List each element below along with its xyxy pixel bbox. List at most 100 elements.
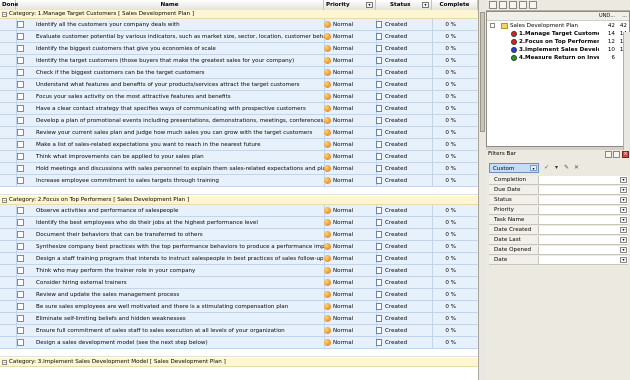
task-priority[interactable]: Normal	[324, 139, 372, 151]
done-checkbox[interactable]	[17, 141, 24, 148]
task-priority[interactable]: Normal	[324, 31, 372, 43]
task-status[interactable]: Created	[376, 265, 426, 277]
task-status[interactable]: Created	[376, 229, 426, 241]
chevron-down-icon[interactable]: ▾	[620, 217, 627, 223]
task-status[interactable]: Created	[376, 79, 426, 91]
task-complete[interactable]: 0 %	[432, 139, 456, 151]
task-complete[interactable]: 0 %	[432, 337, 456, 349]
task-row[interactable]: Focus your sales activity on the most at…	[0, 91, 478, 103]
filter-row[interactable]: Date Completed ▾	[489, 256, 628, 265]
task-complete[interactable]: 0 %	[432, 103, 456, 115]
scrollbar-thumb[interactable]	[480, 12, 485, 132]
task-status[interactable]: Created	[376, 115, 426, 127]
chevron-down-icon[interactable]: ▾	[620, 197, 627, 203]
column-done[interactable]: Done	[0, 0, 18, 10]
chevron-down-icon[interactable]: ▾	[620, 177, 627, 183]
task-complete[interactable]: 0 %	[432, 241, 456, 253]
chevron-down-icon[interactable]: ▾	[620, 227, 627, 233]
task-status[interactable]: Created	[376, 163, 426, 175]
task-row[interactable]: Synthesize company best practices with t…	[0, 241, 478, 253]
task-status[interactable]: Created	[376, 217, 426, 229]
task-complete[interactable]: 0 %	[432, 151, 456, 163]
pin-icon[interactable]	[605, 151, 612, 158]
filter-row[interactable]: Completion ▾	[489, 176, 628, 185]
task-row[interactable]: Understand what features and benefits of…	[0, 79, 478, 91]
task-name[interactable]: Review and update the sales management p…	[36, 289, 326, 301]
task-name[interactable]: Design a staff training program that int…	[36, 253, 326, 265]
done-checkbox[interactable]	[17, 21, 24, 28]
apply-filter-icon[interactable]: ✓	[542, 164, 551, 172]
task-row[interactable]: Consider hiring external trainers Normal C…	[0, 277, 478, 289]
task-name[interactable]: Be sure sales employees are well motivat…	[36, 301, 326, 313]
task-row[interactable]: Identify the best employees who do their…	[0, 217, 478, 229]
refresh-icon[interactable]	[529, 1, 537, 9]
properties-icon[interactable]	[509, 1, 517, 9]
task-name[interactable]: Synthesize company best practices with t…	[36, 241, 326, 253]
task-status[interactable]: Created	[376, 91, 426, 103]
task-name[interactable]: Consider hiring external trainers	[36, 277, 326, 289]
tree-item[interactable]: 2.Focus on Top Performers.1212	[487, 38, 629, 46]
task-complete[interactable]: 0 %	[432, 265, 456, 277]
chevron-down-icon[interactable]: ▾	[620, 257, 627, 263]
filter-row[interactable]: Priority ▾	[489, 206, 628, 215]
close-icon[interactable]: ×	[622, 151, 629, 158]
category-row[interactable]: − Category: 2.Focus on Top Performers [ S…	[0, 196, 478, 205]
task-status[interactable]: Created	[376, 301, 426, 313]
task-complete[interactable]: 0 %	[432, 301, 456, 313]
task-priority[interactable]: Normal	[324, 55, 372, 67]
task-priority[interactable]: Normal	[324, 151, 372, 163]
task-complete[interactable]: 0 %	[432, 325, 456, 337]
task-priority[interactable]: Normal	[324, 67, 372, 79]
task-complete[interactable]: 0 %	[432, 253, 456, 265]
task-priority[interactable]: Normal	[324, 91, 372, 103]
task-row[interactable]: Ensure full commitment of sales staff to…	[0, 325, 478, 337]
task-row[interactable]: Evaluate customer potential by various i…	[0, 31, 478, 43]
task-name[interactable]: Identify the target customers (those buy…	[36, 55, 326, 67]
task-complete[interactable]: 0 %	[432, 127, 456, 139]
task-complete[interactable]: 0 %	[432, 31, 456, 43]
task-name[interactable]: Eliminate self-limiting beliefs and hidd…	[36, 313, 326, 325]
edit-filter-icon[interactable]: ✎	[562, 164, 571, 172]
done-checkbox[interactable]	[17, 315, 24, 322]
category-row[interactable]: − Category: 3.Implement Sales Development…	[0, 358, 478, 367]
done-checkbox[interactable]	[17, 267, 24, 274]
task-name[interactable]: Develop a plan of promotional events inc…	[36, 115, 326, 127]
task-status[interactable]: Created	[376, 127, 426, 139]
chevron-down-icon[interactable]: ▾	[620, 187, 627, 193]
task-complete[interactable]: 0 %	[432, 277, 456, 289]
done-checkbox[interactable]	[17, 339, 24, 346]
task-name[interactable]: Design a sales development model (see th…	[36, 337, 326, 349]
done-checkbox[interactable]	[17, 327, 24, 334]
task-complete[interactable]: 0 %	[432, 229, 456, 241]
column-complete[interactable]: Complete	[432, 0, 478, 10]
done-checkbox[interactable]	[17, 291, 24, 298]
task-name[interactable]: Think what improvements can be applied t…	[36, 151, 326, 163]
task-name[interactable]: Evaluate customer potential by various i…	[36, 31, 326, 43]
filter-row[interactable]: Date Created ▾	[489, 226, 628, 235]
task-row[interactable]: Hold meetings and discussions with sales…	[0, 163, 478, 175]
done-checkbox[interactable]	[17, 105, 24, 112]
task-priority[interactable]: Normal	[324, 205, 372, 217]
task-name[interactable]: Ensure full commitment of sales staff to…	[36, 325, 326, 337]
task-row[interactable]: Think who may perform the trainer role i…	[0, 265, 478, 277]
done-checkbox[interactable]	[17, 33, 24, 40]
task-priority[interactable]: Normal	[324, 79, 372, 91]
task-status[interactable]: Created	[376, 55, 426, 67]
done-checkbox[interactable]	[17, 93, 24, 100]
task-complete[interactable]: 0 %	[432, 205, 456, 217]
filter-row[interactable]: Status ▾	[489, 196, 628, 205]
task-status[interactable]: Created	[376, 289, 426, 301]
task-status[interactable]: Created	[376, 337, 426, 349]
task-name[interactable]: Hold meetings and discussions with sales…	[36, 163, 326, 175]
filter-row[interactable]: Date Opened ▾	[489, 246, 628, 255]
chevron-down-icon[interactable]: ▾	[530, 165, 537, 171]
task-complete[interactable]: 0 %	[432, 43, 456, 55]
chevron-down-icon[interactable]: ▾	[620, 207, 627, 213]
task-complete[interactable]: 0 %	[432, 217, 456, 229]
task-priority[interactable]: Normal	[324, 217, 372, 229]
task-name[interactable]: Document their behaviors that can be tra…	[36, 229, 326, 241]
task-row[interactable]: Design a staff training program that int…	[0, 253, 478, 265]
task-status[interactable]: Created	[376, 175, 426, 187]
task-priority[interactable]: Normal	[324, 301, 372, 313]
column-name[interactable]: Name	[16, 0, 324, 10]
